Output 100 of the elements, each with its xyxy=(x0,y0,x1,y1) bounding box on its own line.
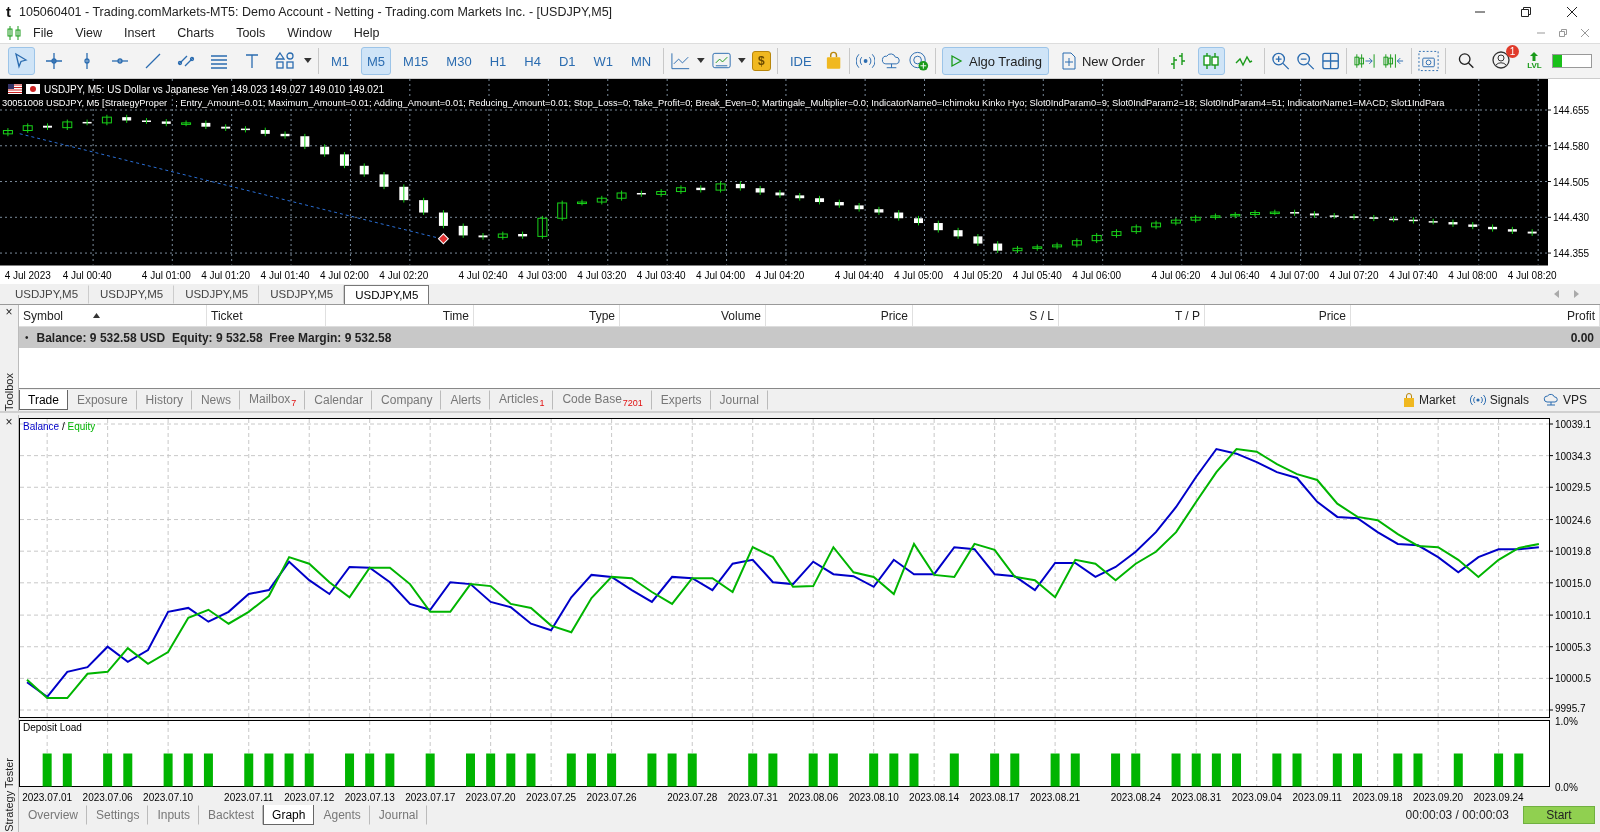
timeframe-button[interactable]: M30 xyxy=(440,47,478,75)
tester-tab[interactable]: Inputs xyxy=(148,805,200,825)
load-bar xyxy=(909,753,919,787)
tester-tab[interactable]: Settings xyxy=(87,805,149,825)
zoom-out-icon[interactable] xyxy=(1295,51,1315,71)
panel-tab[interactable]: Journal xyxy=(710,390,768,410)
panel-tab[interactable]: Code Base$_{7201}$ xyxy=(553,390,652,410)
chart-tab[interactable]: USDJPY,M5 xyxy=(4,284,90,304)
caret-icon[interactable] xyxy=(738,58,746,64)
candlestick xyxy=(300,133,310,150)
chart-tab[interactable]: USDJPY,M5 xyxy=(344,284,430,304)
ide-button[interactable]: IDE xyxy=(783,47,818,75)
search-icon[interactable] xyxy=(1457,52,1476,70)
app-logo: t xyxy=(6,3,11,20)
balance-summary: Balance: 9 532.58 USD Equity: 9 532.58 Free Margin: 9 532.58 xyxy=(36,330,392,345)
menu-item[interactable]: Insert xyxy=(113,26,167,40)
panel-tab[interactable]: News xyxy=(191,390,240,410)
screenshot-icon[interactable] xyxy=(1417,50,1439,72)
timeframe-button[interactable]: D1 xyxy=(552,47,582,75)
candlestick xyxy=(1309,210,1319,219)
panel-tab[interactable]: Exposure xyxy=(67,390,137,410)
tester-tab[interactable]: Agents xyxy=(314,805,370,825)
timeframe-button[interactable]: M5 xyxy=(361,47,392,75)
panel-tab[interactable]: Mailbox$_{7}$ xyxy=(239,390,306,410)
caret-icon[interactable] xyxy=(304,58,312,64)
timeframe-button[interactable]: MN xyxy=(625,47,658,75)
menu-item[interactable]: Help xyxy=(342,26,391,40)
restore-icon[interactable] xyxy=(1520,5,1532,18)
tester-tab[interactable]: Graph xyxy=(263,805,315,825)
column-header[interactable]: Volume xyxy=(620,305,766,326)
panel-tab[interactable]: Calendar xyxy=(305,390,373,410)
start-button[interactable]: Start xyxy=(1523,806,1595,824)
candlestick xyxy=(874,206,884,216)
candlestick xyxy=(62,119,73,131)
column-header[interactable]: T / P xyxy=(1059,305,1205,326)
timeframe-button[interactable]: M15 xyxy=(397,47,435,75)
cloud-icon[interactable] xyxy=(880,51,902,71)
panel-tab[interactable]: History xyxy=(136,390,192,410)
indicator-icon[interactable] xyxy=(670,51,692,71)
menu-item[interactable]: Window xyxy=(276,26,343,40)
globe-plus-icon[interactable] xyxy=(907,50,929,72)
column-header[interactable]: Time xyxy=(326,305,474,326)
market-link[interactable]: Market xyxy=(1401,392,1457,408)
column-header[interactable]: Price xyxy=(766,305,913,326)
candlestick xyxy=(141,117,151,125)
axis-label: 10024.6 xyxy=(1555,514,1592,526)
scroll-left-icon[interactable] xyxy=(1554,290,1560,298)
date-label: 2023.07.17 xyxy=(405,792,456,803)
signals-link[interactable]: Signals xyxy=(1468,392,1530,408)
autoscroll-icon[interactable] xyxy=(1352,51,1376,71)
scroll-right-icon[interactable] xyxy=(1574,290,1580,298)
market-button[interactable]: $ xyxy=(751,51,771,71)
panel-tab[interactable]: Articles$_{1}$ xyxy=(490,390,554,410)
date-label: 2023.07.11 xyxy=(224,792,274,803)
panel-tab[interactable]: Experts xyxy=(651,390,711,410)
column-header[interactable]: Type xyxy=(474,305,620,326)
tester-tab[interactable]: Overview xyxy=(19,805,87,825)
grid-icon[interactable] xyxy=(1320,51,1340,71)
load-bar xyxy=(1514,753,1524,787)
timeframe-button[interactable]: M1 xyxy=(324,47,355,75)
panel-tab[interactable]: Alerts xyxy=(441,390,491,410)
candlestick xyxy=(755,185,765,196)
panel-tab[interactable]: Trade xyxy=(19,390,68,410)
candlestick-button[interactable] xyxy=(1197,47,1225,75)
load-bar xyxy=(284,753,294,787)
column-header[interactable]: Symbol xyxy=(19,305,207,326)
column-header[interactable]: Ticket xyxy=(207,305,326,326)
load-bar xyxy=(183,753,193,787)
load-bar xyxy=(425,753,435,787)
chart-tab[interactable]: USDJPY,M5 xyxy=(89,284,175,304)
candlestick xyxy=(419,197,429,216)
algo-trading-button[interactable]: Algo Trading xyxy=(941,47,1049,75)
menu-item[interactable]: Tools xyxy=(225,26,277,40)
candlestick xyxy=(1507,226,1517,235)
signal-icon[interactable] xyxy=(855,51,875,71)
column-header[interactable]: Profit xyxy=(1351,305,1600,326)
timeframe-button[interactable]: H4 xyxy=(518,47,547,75)
close-icon[interactable] xyxy=(1566,5,1578,18)
close-button[interactable]: × xyxy=(5,305,13,319)
menu-item[interactable]: View xyxy=(64,26,114,40)
load-bar xyxy=(828,753,838,787)
menu-item[interactable]: Charts xyxy=(166,26,226,40)
tester-tab[interactable]: Journal xyxy=(369,805,428,825)
menu-item[interactable]: File xyxy=(22,26,65,40)
new-order-button[interactable]: New Order xyxy=(1054,47,1152,75)
load-bar xyxy=(62,753,72,787)
chart-template-icon[interactable] xyxy=(710,51,732,71)
panel-tab[interactable]: Company xyxy=(372,390,442,410)
chart-tab[interactable]: USDJPY,M5 xyxy=(174,284,260,304)
column-header[interactable]: Price xyxy=(1205,305,1351,326)
chart-shift-icon[interactable] xyxy=(1381,51,1405,71)
column-header[interactable]: S / L xyxy=(913,305,1059,326)
zoom-in-icon[interactable] xyxy=(1270,51,1290,71)
close-button[interactable]: × xyxy=(5,415,13,429)
timeframe-button[interactable]: W1 xyxy=(587,47,619,75)
account-icon[interactable] xyxy=(1491,49,1512,70)
vps-link[interactable]: VPS xyxy=(1542,392,1588,408)
cursor-tool-button[interactable] xyxy=(8,47,35,75)
timeframe-button[interactable]: H1 xyxy=(483,47,513,75)
caret-icon[interactable] xyxy=(697,58,705,64)
